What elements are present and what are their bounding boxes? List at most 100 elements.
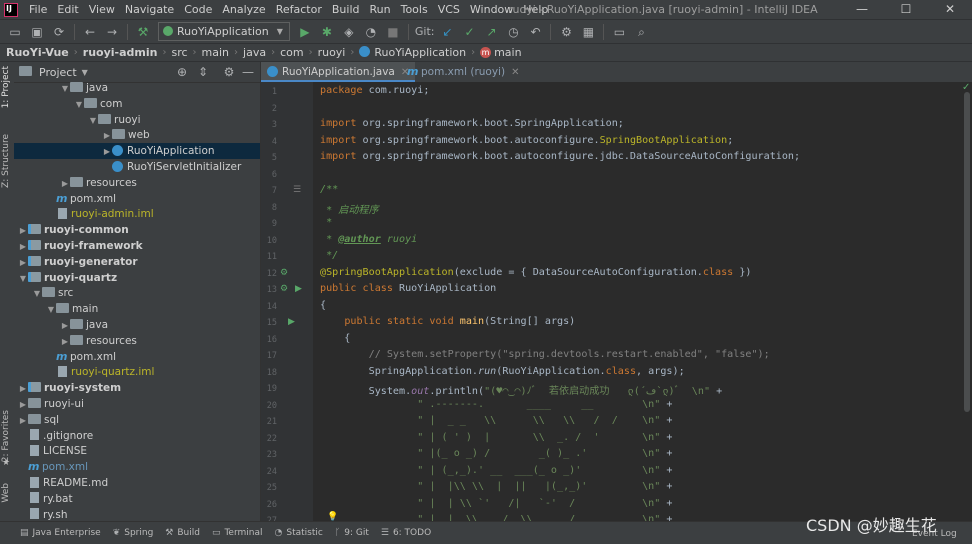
tree-item[interactable]: ▶ sql — [14, 412, 260, 428]
expanded-arrow-icon[interactable]: ▼ — [88, 113, 98, 129]
close-tab-icon[interactable]: ✕ — [511, 67, 519, 78]
git-push-icon[interactable]: ↗ — [482, 23, 500, 41]
run-main-gutter-icon[interactable]: ▶ — [288, 317, 295, 327]
collapsed-arrow-icon[interactable]: ▶ — [18, 255, 28, 271]
tree-item[interactable]: ▼ main — [14, 301, 260, 317]
breadcrumb-ruoyi-vue[interactable]: RuoYi-Vue — [6, 46, 69, 59]
tree-item[interactable]: ruoyi-quartz.iml — [14, 364, 260, 380]
tree-item[interactable]: ▶ resources — [14, 333, 260, 350]
spring-bean-gutter-icon[interactable]: ⚙ — [280, 268, 288, 278]
open-folder-icon[interactable]: ▭ — [6, 23, 24, 41]
tree-item[interactable]: ▶ java — [14, 317, 260, 334]
stop-icon[interactable]: ■ — [384, 23, 402, 41]
breadcrumb-src[interactable]: src — [171, 46, 187, 59]
tree-item[interactable]: m pom.xml — [14, 349, 260, 365]
editor-tab[interactable]: RuoYiApplication.java ✕ — [261, 62, 416, 82]
tool-window-6-todo[interactable]: ☰ 6: TODO — [381, 528, 431, 538]
tree-item[interactable]: ▼ ruoyi — [14, 112, 260, 129]
tool-window-spring[interactable]: ❦ Spring — [113, 528, 154, 538]
expanded-arrow-icon[interactable]: ▼ — [60, 81, 70, 97]
tree-item[interactable]: ▶ ruoyi-system — [14, 380, 260, 397]
git-rollback-icon[interactable]: ↶ — [526, 23, 544, 41]
git-commit-icon[interactable]: ✓ — [460, 23, 478, 41]
collapsed-arrow-icon[interactable]: ▶ — [18, 397, 28, 413]
tree-item[interactable]: ▶ resources — [14, 175, 260, 192]
tool-window-statistic[interactable]: ◔ Statistic — [275, 528, 323, 538]
fold-doc-icon[interactable]: ☰ — [293, 185, 301, 195]
back-arrow-icon[interactable]: ← — [81, 23, 99, 41]
tree-item[interactable]: ruoyi-admin.iml — [14, 206, 260, 222]
structure-tool-tab[interactable]: Z: Structure — [1, 134, 11, 188]
run-icon[interactable]: ▶ — [296, 23, 314, 41]
tree-item[interactable]: README.md — [14, 475, 260, 491]
menu-navigate[interactable]: Navigate — [120, 3, 179, 16]
menu-run[interactable]: Run — [365, 3, 396, 16]
web-tool-tab[interactable]: Web — [1, 483, 11, 503]
close-window-button[interactable]: ✕ — [928, 0, 972, 19]
tree-item[interactable]: ry.bat — [14, 491, 260, 507]
tool-window-java-enterprise[interactable]: ▤ Java Enterprise — [20, 528, 101, 538]
coverage-icon[interactable]: ◈ — [340, 23, 358, 41]
collapsed-arrow-icon[interactable]: ▶ — [102, 144, 112, 160]
run-configuration-select[interactable]: RuoYiApplication ▼ — [158, 22, 290, 41]
tree-item[interactable]: ▼ ruoyi-quartz — [14, 270, 260, 286]
breadcrumb-ruoyi-admin[interactable]: ruoyi-admin — [83, 46, 158, 59]
tree-item[interactable]: LICENSE — [14, 443, 260, 459]
collapsed-arrow-icon[interactable]: ▶ — [60, 334, 70, 350]
synchronize-icon[interactable]: ⟳ — [50, 23, 68, 41]
collapsed-arrow-icon[interactable]: ▶ — [18, 381, 28, 397]
tree-item[interactable]: m pom.xml — [14, 191, 260, 207]
tree-item[interactable]: ▶ RuoYiApplication — [14, 143, 260, 160]
menu-build[interactable]: Build — [327, 3, 365, 16]
menu-edit[interactable]: Edit — [52, 3, 83, 16]
tree-item[interactable]: ▶ ruoyi-ui — [14, 396, 260, 413]
project-tool-tab[interactable]: 1: Project — [1, 66, 11, 108]
search-icon[interactable]: ⌕ — [632, 23, 650, 41]
tool-window-build[interactable]: ⚒ Build — [165, 528, 200, 538]
menu-refactor[interactable]: Refactor — [271, 3, 327, 16]
tool-window-9-git[interactable]: ᚴ 9: Git — [335, 528, 369, 538]
git-history-icon[interactable]: ◷ — [504, 23, 522, 41]
tree-item[interactable]: ▶ ruoyi-generator — [14, 254, 260, 271]
tree-item[interactable]: m pom.xml — [14, 459, 260, 475]
run-class-gutter-icon[interactable]: ▶ — [295, 284, 302, 294]
locate-target-icon[interactable]: ⊕ — [174, 63, 190, 81]
tree-item[interactable]: ▼ src — [14, 285, 260, 301]
project-structure-icon[interactable]: ▦ — [579, 23, 597, 41]
breadcrumb-java[interactable]: java — [243, 46, 266, 59]
collapsed-arrow-icon[interactable]: ▶ — [102, 128, 112, 144]
editor-vertical-scrollbar[interactable]: ✓ — [962, 82, 972, 521]
collapsed-arrow-icon[interactable]: ▶ — [18, 223, 28, 239]
git-update-icon[interactable]: ↙ — [438, 23, 456, 41]
menu-file[interactable]: File — [24, 3, 52, 16]
breadcrumb-main[interactable]: main — [202, 46, 229, 59]
tree-item[interactable]: .gitignore — [14, 428, 260, 444]
collapse-all-icon[interactable]: ⇕ — [195, 63, 211, 81]
breadcrumb-main[interactable]: main — [494, 46, 521, 59]
scrollbar-thumb[interactable] — [964, 92, 970, 412]
menu-vcs[interactable]: VCS — [433, 3, 465, 16]
tree-item[interactable]: ▶ ruoyi-common — [14, 222, 260, 239]
collapsed-arrow-icon[interactable]: ▶ — [18, 239, 28, 255]
tree-item[interactable]: ▶ web — [14, 127, 260, 144]
intention-bulb-icon[interactable]: 💡 — [327, 512, 338, 521]
breadcrumb-ruoyiapplication[interactable]: RuoYiApplication — [374, 46, 466, 59]
presentation-icon[interactable]: ▭ — [610, 23, 628, 41]
minimize-button[interactable]: — — [840, 0, 884, 19]
menu-analyze[interactable]: Analyze — [217, 3, 270, 16]
menu-view[interactable]: View — [84, 3, 120, 16]
editor-tab[interactable]: m pom.xml (ruoyi) ✕ — [401, 62, 525, 82]
tool-window-terminal[interactable]: ▭ Terminal — [212, 528, 263, 538]
tree-item[interactable]: ▼ java — [14, 80, 260, 97]
expanded-arrow-icon[interactable]: ▼ — [74, 97, 84, 113]
tree-item[interactable]: ▶ ruoyi-framework — [14, 238, 260, 255]
menu-code[interactable]: Code — [179, 3, 217, 16]
chevron-down-icon[interactable]: ▼ — [82, 68, 88, 77]
debug-bug-icon[interactable]: ✱ — [318, 23, 336, 41]
project-panel-title[interactable]: Project — [39, 66, 77, 79]
favorites-tool-tab[interactable]: 2: Favorites — [1, 410, 11, 462]
collapsed-arrow-icon[interactable]: ▶ — [60, 176, 70, 192]
profile-icon[interactable]: ◔ — [362, 23, 380, 41]
settings-wrench-icon[interactable]: ⚙ — [557, 23, 575, 41]
collapsed-arrow-icon[interactable]: ▶ — [60, 318, 70, 334]
